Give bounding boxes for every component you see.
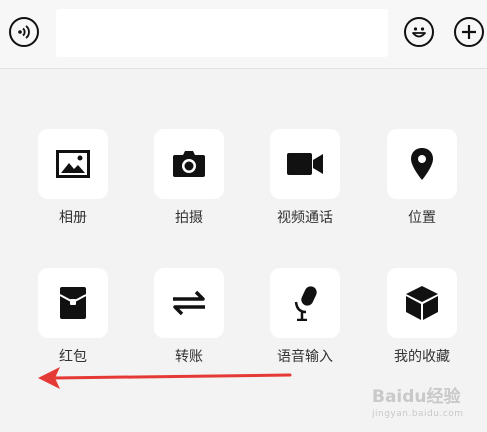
album-action[interactable]: 相册	[28, 129, 118, 239]
shoot-action[interactable]: 拍摄	[144, 129, 234, 239]
message-input[interactable]	[56, 9, 388, 57]
favorites-label: 我的收藏	[394, 349, 450, 365]
baidu-watermark: Baidu经验 jingyan.baidu.com	[372, 382, 484, 426]
voice-input-tile[interactable]	[270, 268, 340, 338]
smiley-face-icon	[412, 27, 426, 38]
location-action[interactable]: 位置	[377, 129, 467, 239]
album-label: 相册	[59, 210, 87, 226]
watermark-url: jingyan.baidu.com	[372, 409, 464, 419]
shoot-label: 拍摄	[175, 210, 203, 226]
more-functions-button[interactable]	[454, 17, 484, 47]
transfer-arrows-icon	[173, 290, 205, 316]
voice-toggle-button[interactable]	[9, 17, 39, 47]
location-pin-icon	[411, 148, 433, 180]
favorites-action[interactable]: 我的收藏	[377, 268, 467, 378]
microphone-icon	[294, 286, 317, 321]
red-packet-action[interactable]: 红包	[28, 268, 118, 378]
location-tile[interactable]	[387, 129, 457, 199]
cube-icon	[406, 286, 438, 320]
transfer-action[interactable]: 转账	[144, 268, 234, 378]
location-label: 位置	[408, 210, 436, 226]
camera-icon	[173, 151, 205, 177]
voice-wave-icon	[18, 25, 30, 39]
red-packet-tile[interactable]	[38, 268, 108, 338]
chat-input-bar	[0, 0, 487, 69]
video-call-label: 视频通话	[277, 210, 333, 226]
video-call-action[interactable]: 视频通话	[260, 129, 350, 239]
red-packet-icon	[59, 287, 87, 319]
transfer-tile[interactable]	[154, 268, 224, 338]
voice-input-action[interactable]: 语音输入	[260, 268, 350, 378]
video-call-tile[interactable]	[270, 129, 340, 199]
video-camera-icon	[287, 153, 323, 175]
favorites-tile[interactable]	[387, 268, 457, 338]
image-icon	[56, 150, 90, 178]
emoji-button[interactable]	[404, 17, 434, 47]
plus-icon	[462, 25, 476, 39]
shoot-tile[interactable]	[154, 129, 224, 199]
album-tile[interactable]	[38, 129, 108, 199]
watermark-brand: Baidu经验	[372, 387, 461, 407]
red-pointer-arrow	[38, 367, 292, 389]
